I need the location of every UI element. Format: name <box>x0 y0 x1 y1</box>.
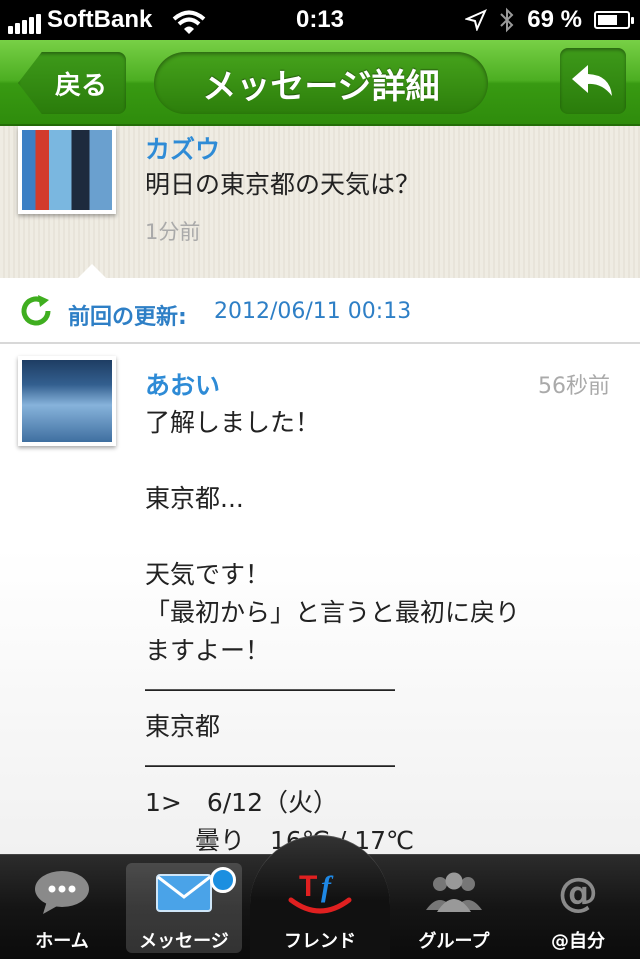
tab-friend[interactable]: T f フレンド <box>262 863 378 953</box>
battery-icon <box>594 11 634 29</box>
battery-percent: 69 % <box>527 6 582 33</box>
tab-me[interactable]: @ @自分 <box>520 863 636 953</box>
page-title: メッセージ詳細 <box>154 52 488 114</box>
avatar[interactable] <box>18 356 116 446</box>
navigation-bar: 戻る メッセージ詳細 <box>0 40 640 126</box>
tab-label: ホーム <box>35 931 89 952</box>
tab-home[interactable]: ホーム <box>4 863 120 953</box>
bluetooth-icon <box>500 7 514 33</box>
svg-text:f: f <box>321 870 334 903</box>
last-updated-label: 前回の更新: <box>68 305 187 330</box>
tab-label: グループ <box>418 931 490 952</box>
sender-name[interactable]: あおい <box>145 366 220 402</box>
message-detail: あおい 56秒前 了解しました！ 東京都... 天気です！ 「最初から」と言うと… <box>0 344 640 854</box>
reply-arrow-icon <box>572 65 612 96</box>
notification-badge <box>210 867 236 893</box>
last-updated-bar[interactable]: 前回の更新: 2012/06/11 00:13 <box>0 278 640 344</box>
status-bar: SoftBank 0:13 69 % <box>0 0 640 40</box>
sender-name[interactable]: カズウ <box>145 130 220 166</box>
previous-message[interactable]: カズウ 明日の東京都の天気は？ 1分前 <box>0 126 640 278</box>
message-text: 明日の東京都の天気は？ <box>145 170 421 199</box>
message-time: 56秒前 <box>538 374 610 399</box>
tab-bar: ホーム メッセージ T f フレンド グループ @ @自分 <box>0 835 640 959</box>
tab-message[interactable]: メッセージ <box>126 863 242 953</box>
tab-label: メッセージ <box>139 931 229 952</box>
back-button[interactable]: 戻る <box>18 52 126 114</box>
pointer-notch <box>78 264 106 278</box>
tf-logo-icon: T f <box>288 870 352 914</box>
message-body: 了解しました！ 東京都... 天気です！ 「最初から」と言うと最初に戻り ますよ… <box>145 408 521 854</box>
svg-text:@: @ <box>558 870 598 916</box>
svg-text:T: T <box>299 870 317 903</box>
tab-label: フレンド <box>284 931 356 952</box>
envelope-icon <box>156 874 212 912</box>
tab-group[interactable]: グループ <box>396 863 512 953</box>
chat-bubble-icon <box>35 871 89 914</box>
message-time: 1分前 <box>145 220 201 244</box>
tab-label: @自分 <box>551 931 605 952</box>
last-updated-value: 2012/06/11 00:13 <box>214 299 412 324</box>
people-icon <box>426 872 482 912</box>
location-arrow-icon <box>465 9 488 31</box>
at-icon: @ <box>558 870 598 916</box>
avatar[interactable] <box>18 126 116 214</box>
reply-button[interactable] <box>560 48 626 114</box>
status-right: 69 % <box>465 6 634 34</box>
refresh-icon[interactable] <box>18 293 54 329</box>
